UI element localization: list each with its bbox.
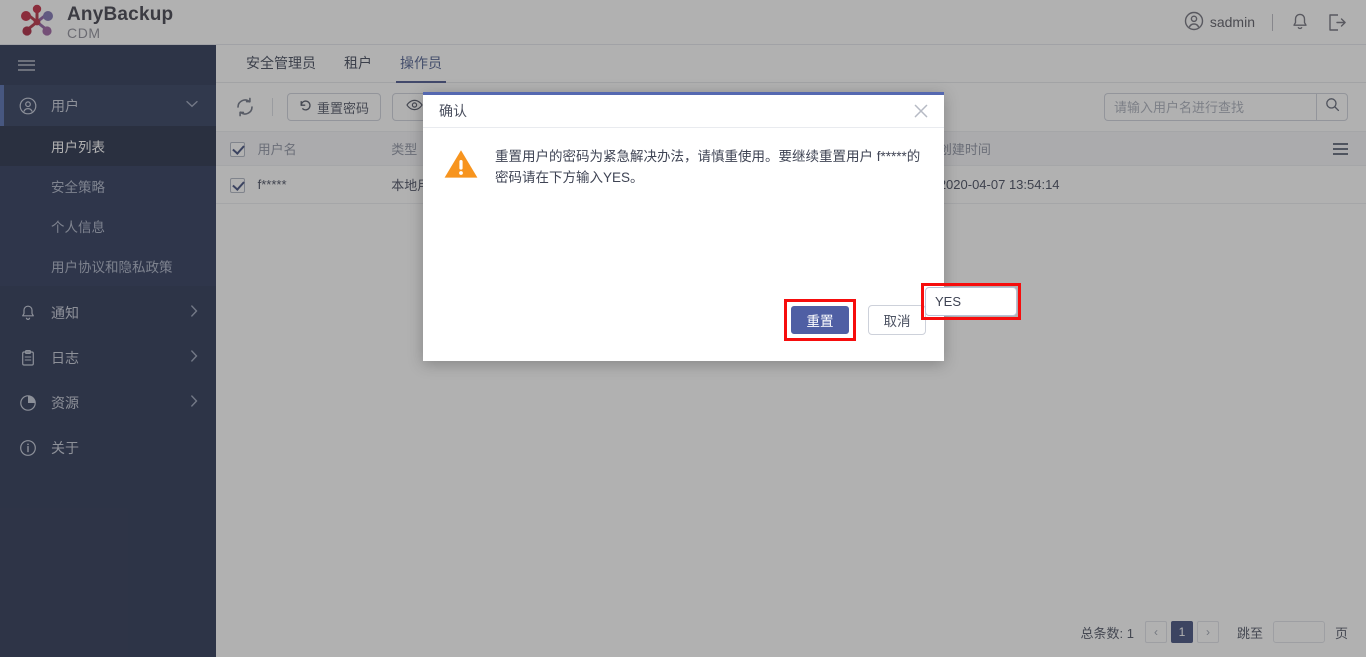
app-root: AnyBackup CDM sadmin 用户 用户列表 安全策略 个人信息 用… bbox=[0, 0, 1366, 657]
confirm-dialog: 确认 重置用户的密码为紧急解决办法，请慎重使用。要继续重置用户 f*****的密… bbox=[423, 92, 1021, 361]
reset-confirm-button[interactable]: 重置 bbox=[791, 306, 849, 334]
dialog-header: 确认 bbox=[423, 95, 944, 128]
dialog-body: 重置用户的密码为紧急解决办法，请慎重使用。要继续重置用户 f*****的密码请在… bbox=[423, 128, 944, 188]
dialog-message: 重置用户的密码为紧急解决办法，请慎重使用。要继续重置用户 f*****的密码请在… bbox=[495, 149, 921, 185]
dialog-title: 确认 bbox=[439, 103, 467, 119]
confirm-text-input[interactable] bbox=[925, 287, 1017, 316]
dialog-footer: 重置 取消 bbox=[784, 299, 926, 341]
reset-button-highlight: 重置 bbox=[784, 299, 856, 341]
close-icon[interactable] bbox=[911, 101, 931, 121]
warning-triangle-icon bbox=[443, 146, 483, 188]
cancel-button[interactable]: 取消 bbox=[868, 305, 926, 335]
